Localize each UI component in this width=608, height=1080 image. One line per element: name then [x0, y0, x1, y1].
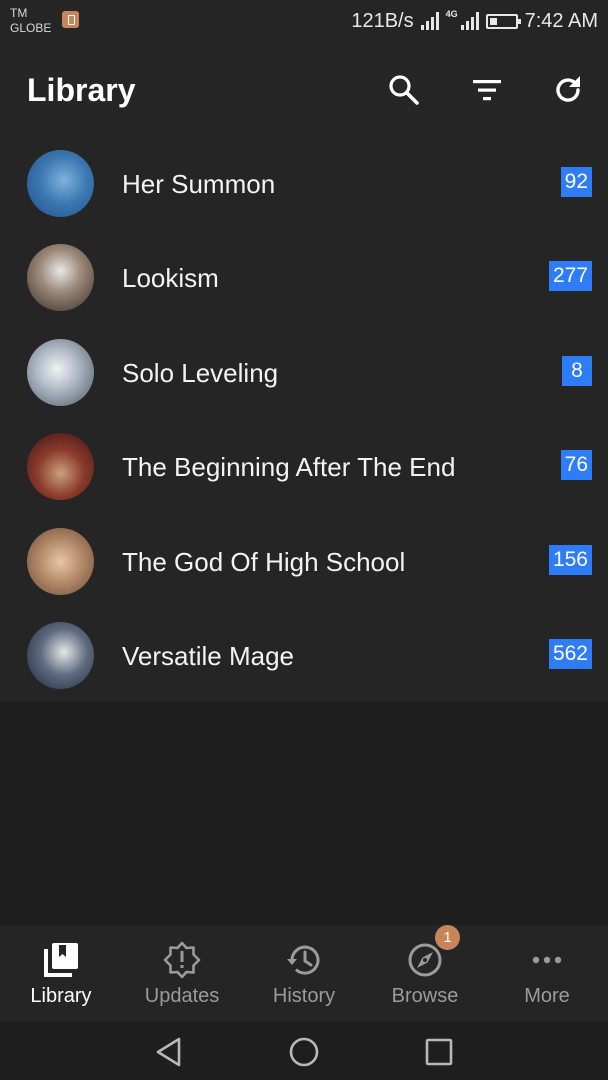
nav-updates[interactable]: Updates: [121, 925, 243, 1022]
nav-history[interactable]: History: [243, 925, 365, 1022]
history-icon: [284, 940, 324, 980]
manga-title: Her Summon: [122, 169, 276, 199]
status-bar: TM GLOBE 121B/s 4G 7:42 AM: [0, 0, 608, 44]
manga-cover: [27, 528, 94, 595]
nav-label: More: [524, 985, 570, 1007]
sim-icon: [62, 11, 79, 28]
refresh-button[interactable]: [546, 68, 590, 112]
list-item[interactable]: Solo Leveling 8: [0, 325, 608, 419]
home-icon: [289, 1037, 319, 1067]
cell-signal-icon: [460, 12, 479, 30]
nav-label: Updates: [144, 985, 220, 1007]
search-icon: [389, 75, 419, 105]
list-item[interactable]: The God Of High School 156: [0, 514, 608, 608]
nav-label: Browse: [391, 985, 459, 1007]
list-item[interactable]: The Beginning After The End 76: [0, 419, 608, 513]
list-item[interactable]: Versatile Mage 562: [0, 608, 608, 702]
nav-browse[interactable]: 1 Browse: [364, 925, 486, 1022]
unread-badge: 156: [548, 545, 592, 575]
wifi-signal-icon: [420, 12, 439, 30]
nav-library[interactable]: Library: [0, 925, 122, 1022]
manga-cover: [27, 244, 94, 311]
notification-badge: 1: [435, 925, 460, 950]
search-button[interactable]: [382, 68, 426, 112]
manga-cover: [27, 339, 94, 406]
manga-title: The God Of High School: [122, 547, 406, 577]
unread-badge: 562: [548, 639, 592, 669]
manga-title: Solo Leveling: [122, 358, 279, 388]
nav-label: History: [272, 985, 336, 1007]
filter-button[interactable]: [465, 68, 509, 112]
unread-badge: 277: [548, 261, 592, 291]
manga-title: The Beginning After The End: [122, 452, 456, 482]
battery-icon: [485, 13, 521, 29]
carrier-line1: TM: [10, 6, 28, 20]
back-button[interactable]: [149, 1032, 189, 1072]
list-item[interactable]: Lookism 277: [0, 230, 608, 324]
manga-cover: [27, 433, 94, 500]
recents-button[interactable]: [419, 1032, 459, 1072]
recents-icon: [425, 1038, 453, 1066]
list-item[interactable]: Her Summon 92: [0, 136, 608, 230]
app-bar: Library: [0, 44, 608, 136]
network-type: 4G: [445, 9, 458, 19]
back-icon: [156, 1037, 181, 1067]
manga-title: Lookism: [122, 263, 219, 293]
library-list: Her Summon 92 Lookism 277 Solo Leveling …: [0, 136, 608, 702]
page-title: Library: [27, 72, 136, 108]
nav-label: Library: [30, 985, 92, 1007]
clock: 7:42 AM: [524, 9, 598, 32]
nav-more[interactable]: More: [486, 925, 608, 1022]
manga-cover: [27, 622, 94, 689]
status-indicators: 121B/s 4G 7:42 AM: [351, 8, 598, 34]
carrier-line2: GLOBE: [10, 21, 52, 35]
system-navigation-bar: [0, 1022, 608, 1080]
updates-icon: [162, 940, 202, 980]
library-icon: [41, 940, 81, 980]
unread-badge: 76: [560, 450, 592, 480]
home-button[interactable]: [284, 1032, 324, 1072]
manga-title: Versatile Mage: [122, 641, 294, 671]
filter-icon: [473, 80, 501, 101]
more-icon: [527, 940, 567, 980]
carrier-name: TM GLOBE: [10, 6, 51, 36]
refresh-icon: [556, 76, 580, 102]
bottom-navigation: Library Updates History 1 Browse More: [0, 925, 608, 1022]
manga-cover: [27, 150, 94, 217]
unread-badge: 92: [560, 167, 592, 197]
net-speed: 121B/s: [351, 9, 414, 32]
unread-badge: 8: [562, 356, 592, 386]
